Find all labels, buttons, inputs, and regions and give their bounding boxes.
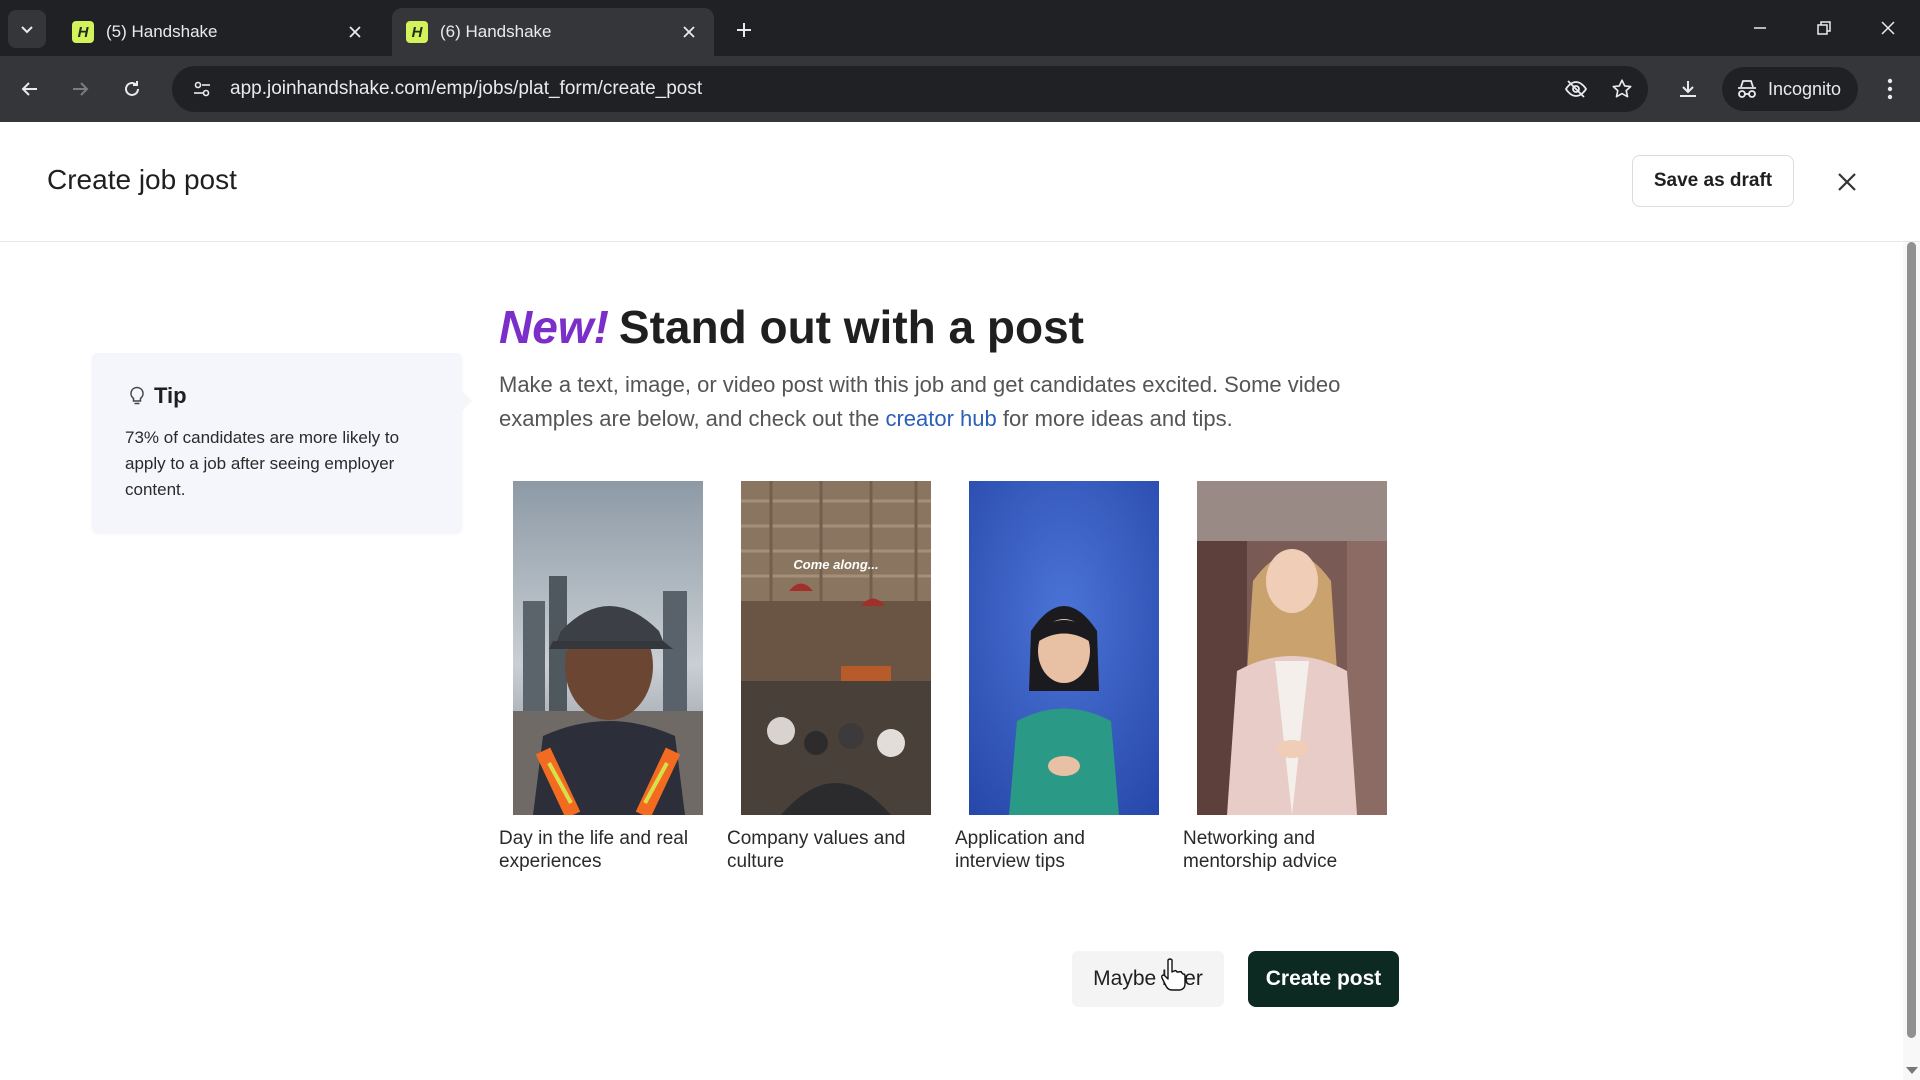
hand-pointer-cursor-icon — [1161, 958, 1186, 991]
video-thumbnail-networking — [1197, 481, 1387, 815]
video-overlay-text: Come along... — [793, 557, 878, 572]
site-settings-icon[interactable] — [182, 66, 222, 112]
scrollbar-thumb[interactable] — [1907, 242, 1916, 1038]
browser-tab-1[interactable]: H (5) Handshake — [58, 8, 380, 56]
tab-close-icon[interactable] — [344, 21, 366, 43]
arrow-right-icon — [73, 82, 89, 96]
creator-hub-link[interactable]: creator hub — [885, 406, 996, 431]
plus-icon — [737, 23, 751, 37]
tab-close-icon[interactable] — [678, 21, 700, 43]
video-example-company-values[interactable]: Come along... — [741, 481, 931, 815]
incognito-label: Incognito — [1768, 78, 1842, 99]
promo-description: Make a text, image, or video post with t… — [499, 368, 1419, 436]
create-post-button[interactable]: Create post — [1248, 951, 1399, 1007]
close-window-button[interactable] — [1868, 10, 1908, 46]
headline-new-badge: New! — [499, 301, 609, 353]
tab-title: (6) Handshake — [440, 22, 552, 41]
tip-text: 73% of candidates are more likely to app… — [125, 428, 400, 499]
handshake-favicon-icon: H — [406, 21, 428, 43]
lightbulb-icon — [128, 385, 146, 407]
video-example-networking[interactable] — [1197, 481, 1387, 815]
downloads-button[interactable] — [1670, 71, 1706, 107]
tip-header: Tip — [128, 383, 187, 409]
restore-window-button[interactable] — [1804, 10, 1844, 46]
arrow-left-icon — [21, 82, 37, 96]
video-thumbnail-interview-tips — [969, 481, 1159, 815]
page-header: Create job post Save as draft — [0, 122, 1920, 242]
browser-menu-button[interactable] — [1872, 71, 1908, 107]
scroll-down-arrow-icon[interactable] — [1906, 1067, 1918, 1074]
maybe-later-button[interactable]: Maybe later — [1072, 951, 1224, 1007]
restore-icon — [1817, 21, 1831, 35]
handshake-favicon-icon: H — [72, 21, 94, 43]
forward-button[interactable] — [62, 71, 98, 107]
save-as-draft-button[interactable]: Save as draft — [1632, 155, 1794, 207]
close-icon — [1881, 21, 1895, 35]
browser-tab-2[interactable]: H (6) Handshake — [392, 8, 714, 56]
new-tab-button[interactable] — [728, 14, 760, 46]
kebab-menu-icon — [1887, 78, 1893, 100]
download-icon — [1680, 81, 1696, 97]
reload-icon — [125, 81, 139, 96]
page-scrollbar[interactable] — [1903, 242, 1920, 1080]
browser-toolbar: app.joinhandshake.com/emp/jobs/plat_form… — [0, 56, 1920, 122]
bookmark-star-icon[interactable] — [1602, 69, 1642, 109]
eye-off-icon[interactable] — [1556, 69, 1596, 109]
video-example-interview-tips[interactable] — [969, 481, 1159, 815]
tip-title: Tip — [154, 383, 187, 408]
chevron-down-icon — [21, 26, 33, 34]
browser-tab-strip: H (5) Handshake H (6) Handshake — [0, 0, 1920, 56]
promo-headline: New! Stand out with a post — [499, 300, 1084, 354]
tab-title: (5) Handshake — [106, 22, 218, 41]
back-button[interactable] — [12, 71, 48, 107]
reload-button[interactable] — [114, 71, 150, 107]
video-example-day-in-life[interactable] — [513, 481, 703, 815]
close-icon — [1838, 173, 1856, 191]
minimize-icon — [1754, 27, 1766, 29]
page-title: Create job post — [47, 164, 237, 195]
tip-card: Tip 73% of candidates are more likely to… — [92, 353, 472, 533]
video-caption-networking: Networking and mentorship advice — [1183, 828, 1338, 872]
incognito-profile-button[interactable]: Incognito — [1722, 67, 1858, 111]
tab-search-button[interactable] — [8, 10, 46, 48]
headline-text: Stand out with a post — [618, 301, 1084, 353]
video-thumbnail-day-in-life — [513, 481, 703, 815]
video-thumbnail-company-values: Come along... — [741, 481, 931, 815]
minimize-window-button[interactable] — [1740, 10, 1780, 46]
video-caption-day-in-life: Day in the life and real experiences — [499, 828, 689, 872]
url-text[interactable]: app.joinhandshake.com/emp/jobs/plat_form… — [230, 78, 1556, 100]
incognito-icon — [1738, 80, 1756, 98]
video-caption-interview-tips: Application and interview tips — [955, 828, 1085, 872]
video-caption-company-values: Company values and culture — [727, 828, 906, 872]
address-bar[interactable]: app.joinhandshake.com/emp/jobs/plat_form… — [172, 66, 1648, 112]
intro-text-after: for more ideas and tips. — [996, 406, 1233, 431]
close-page-button[interactable] — [1826, 161, 1868, 203]
